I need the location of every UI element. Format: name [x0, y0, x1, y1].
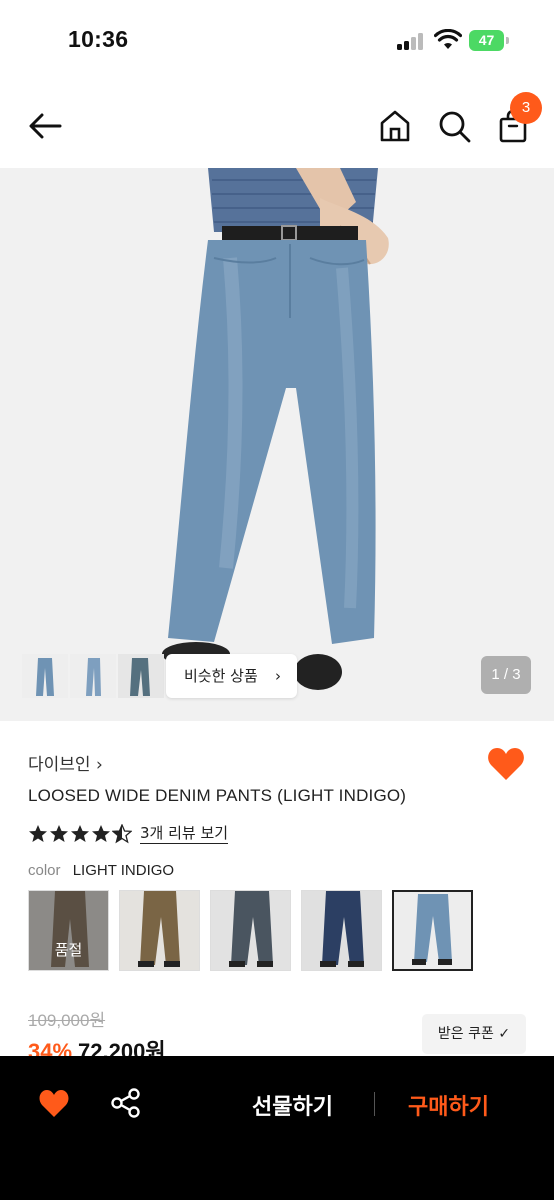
divider [374, 1092, 375, 1116]
product-name: LOOSED WIDE DENIM PANTS (LIGHT INDIGO) [28, 786, 407, 805]
similar-products-button[interactable]: 비슷한 상품 › [166, 654, 297, 698]
thumbnail-1[interactable] [22, 654, 68, 698]
soldout-label: 품절 [54, 941, 83, 959]
home-icon[interactable] [378, 108, 412, 144]
like-heart-icon[interactable] [38, 1088, 70, 1118]
thumbnail-3[interactable] [118, 654, 164, 698]
image-page-indicator: 1 / 3 [481, 656, 531, 694]
product-photo [0, 168, 554, 721]
rating-row: 3개 리뷰 보기 [28, 822, 229, 846]
color-swatch-3[interactable] [210, 890, 291, 971]
top-nav [0, 84, 554, 168]
gift-button[interactable]: 선물하기 [252, 1089, 333, 1121]
star-icon [71, 825, 89, 842]
star-icon [92, 825, 110, 842]
share-icon[interactable] [110, 1087, 142, 1119]
half-star-icon [112, 824, 132, 844]
color-label: color [28, 862, 61, 879]
color-swatch-4[interactable] [301, 890, 382, 971]
star-icon [29, 825, 47, 842]
chevron-right-icon: › [275, 667, 281, 685]
battery-level: 47 [469, 30, 504, 51]
color-swatch-5-selected[interactable] [392, 890, 473, 971]
star-icon [50, 825, 68, 842]
search-icon[interactable] [436, 108, 472, 144]
color-value: LIGHT INDIGO [72, 862, 175, 879]
reviews-link[interactable]: 3개 리뷰 보기 [140, 824, 229, 844]
battery-icon: 47 [469, 30, 509, 51]
color-row: color LIGHT INDIGO [28, 862, 174, 879]
color-swatch-1[interactable]: 품절 [28, 890, 109, 971]
color-swatch-2[interactable] [119, 890, 200, 971]
status-bar: 10:36 47 [0, 0, 554, 84]
received-coupon-button[interactable]: 받은 쿠폰 ✓ [422, 1014, 526, 1054]
signal-icon [397, 33, 425, 50]
gallery-thumbnails [22, 654, 164, 698]
back-arrow-icon[interactable] [26, 108, 66, 144]
heart-icon[interactable] [486, 746, 526, 782]
color-swatches: 품절 [28, 890, 473, 971]
original-price: 109,000원 [28, 1011, 106, 1030]
similar-products-label: 비슷한 상품 [184, 667, 258, 685]
product-image-gallery[interactable]: 비슷한 상품 › 1 / 3 [0, 168, 554, 721]
buy-button[interactable]: 구매하기 [408, 1089, 489, 1121]
rating-stars [28, 824, 132, 844]
cart-count-badge: 3 [510, 92, 542, 124]
bottom-action-bar: 선물하기 구매하기 [0, 1056, 554, 1200]
thumbnail-2[interactable] [70, 654, 116, 698]
brand-link[interactable]: 다이브인 › [28, 750, 103, 775]
status-time: 10:36 [68, 26, 129, 52]
wifi-icon [434, 29, 462, 49]
